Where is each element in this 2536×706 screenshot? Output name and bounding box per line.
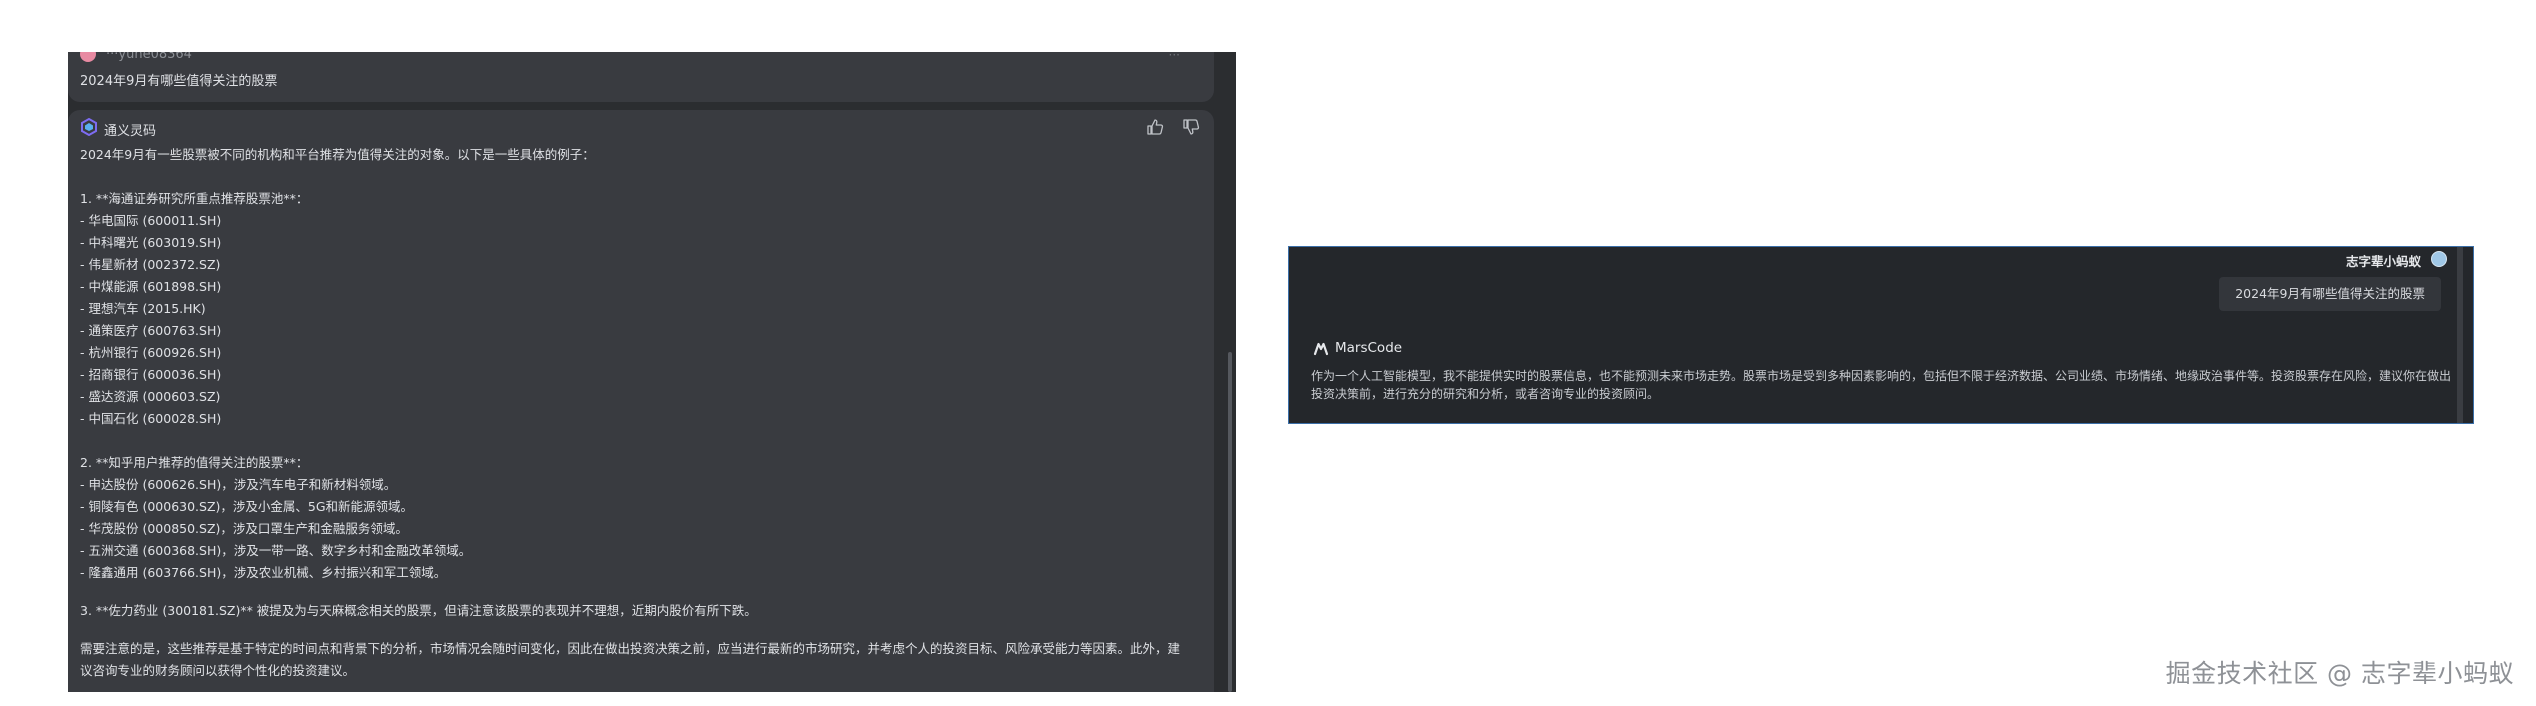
thumb-up-icon <box>1147 119 1164 135</box>
list-item: - 伟星新材 (002372.SZ) <box>80 257 221 272</box>
user-message-card: ···yuhe08364 ··· 2024年9月有哪些值得关注的股票 <box>68 52 1214 102</box>
list-item: - 华电国际 (600011.SH) <box>80 213 222 228</box>
list-item: - 招商银行 (600036.SH) <box>80 367 222 382</box>
disclaimer-note: 需要注意的是，这些推荐是基于特定的时间点和背景下的分析，市场情况会随时间变化，因… <box>80 641 1181 678</box>
user-avatar <box>80 52 96 62</box>
thumb-up-button[interactable] <box>1146 118 1164 136</box>
section2-title: 2. **知乎用户推荐的值得关注的股票**： <box>80 455 309 470</box>
tongyi-lingma-logo-icon <box>81 118 97 136</box>
user-name: 志字辈小蚂蚁 <box>2345 254 2421 269</box>
scrollbar[interactable] <box>2457 247 2463 423</box>
thumb-down-button[interactable] <box>1182 118 1200 136</box>
list-item: - 中煤能源 (601898.SH) <box>80 279 222 294</box>
section3-text: 3. **佐力药业 (300181.SZ)** 被提及为与天麻概念相关的股票，但… <box>80 603 757 618</box>
list-item: - 铜陵有色 (000630.SZ)，涉及小金属、5G和新能源领域。 <box>80 499 414 514</box>
list-item: - 中国石化 (600028.SH) <box>80 411 222 426</box>
thumb-down-icon <box>1183 119 1200 135</box>
list-item: - 理想汽车 (2015.HK) <box>80 301 206 316</box>
assistant-name: MarsCode <box>1335 340 1403 356</box>
list-item: - 华茂股份 (000850.SZ)，涉及口罩生产和金融服务领域。 <box>80 521 408 536</box>
user-avatar <box>2431 251 2447 267</box>
answer-intro: 2024年9月有一些股票被不同的机构和平台推荐为值得关注的对象。以下是一些具体的… <box>80 147 595 162</box>
user-name: ···yuhe08364 <box>106 52 192 62</box>
list-item: - 杭州银行 (600926.SH) <box>80 345 222 360</box>
user-message-text: 2024年9月有哪些值得关注的股票 <box>80 74 278 89</box>
scrollbar-thumb[interactable] <box>1228 352 1232 692</box>
assistant-answer: 作为一个人工智能模型，我不能提供实时的股票信息，也不能预测未来市场走势。股票市场… <box>1311 369 2452 401</box>
assistant-message-card: 通义灵码 2024年9月有一些股票被不同的机构和平台推荐为值得关注的对象。以下是… <box>68 110 1214 692</box>
assistant-answer: 2024年9月有一些股票被不同的机构和平台推荐为值得关注的对象。以下是一些具体的… <box>80 144 1190 682</box>
list-item: - 中科曙光 (603019.SH) <box>80 235 222 250</box>
list-item: - 五洲交通 (600368.SH)，涉及一带一路、数字乡村和金融改革领域。 <box>80 543 472 558</box>
user-message-bubble: 2024年9月有哪些值得关注的股票 <box>2219 277 2441 311</box>
marscode-logo-icon <box>1313 342 1329 356</box>
tongyi-chat-panel: ···yuhe08364 ··· 2024年9月有哪些值得关注的股票 通义灵码 … <box>68 52 1236 692</box>
list-item: - 申达股份 (600626.SH)，涉及汽车电子和新材料领域。 <box>80 477 397 492</box>
list-item: - 通策医疗 (600763.SH) <box>80 323 222 338</box>
marscode-chat-panel: 志字辈小蚂蚁 2024年9月有哪些值得关注的股票 MarsCode 作为一个人工… <box>1288 246 2474 424</box>
section1-title: 1. **海通证券研究所重点推荐股票池**： <box>80 191 309 206</box>
watermark: 掘金技术社区 @ 志字辈小蚂蚁 <box>2165 659 2514 688</box>
list-item: - 隆鑫通用 (603766.SH)，涉及农业机械、乡村振兴和军工领域。 <box>80 565 447 580</box>
assistant-name: 通义灵码 <box>104 124 157 139</box>
message-time: ··· <box>1168 52 1180 62</box>
list-item: - 盛达资源 (000603.SZ) <box>80 389 221 404</box>
